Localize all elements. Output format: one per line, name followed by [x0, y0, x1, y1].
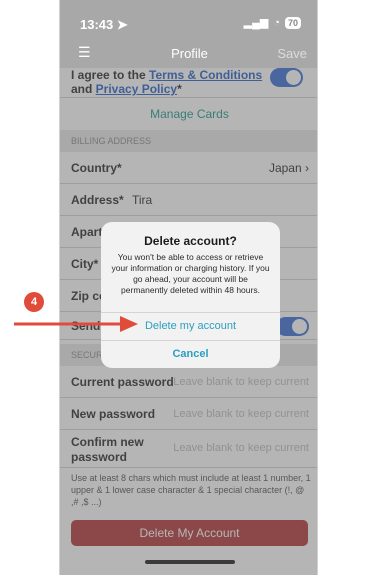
annotation-arrow-icon: [14, 316, 138, 332]
wifi-icon: ◔: [273, 16, 280, 29]
location-arrow-icon: ➤: [116, 17, 128, 32]
step-badge: 4: [24, 292, 44, 312]
phone-screen: I agree to the Terms & Conditions and Pr…: [59, 0, 318, 575]
dialog-message: You won't be able to access or retrieve …: [111, 252, 270, 295]
cancel-button[interactable]: Cancel: [101, 340, 280, 367]
battery-icon: 70: [284, 16, 301, 29]
dialog-title: Delete account?: [144, 234, 237, 248]
delete-account-dialog: Delete account? You won't be able to acc…: [101, 222, 280, 368]
save-button[interactable]: Save: [277, 46, 307, 61]
status-bar: 13:43 ➤ ▂▄▆ ◔ 70: [60, 0, 317, 38]
status-icons: ▂▄▆ ◔ 70: [244, 16, 301, 29]
status-time: 13:43 ➤: [80, 17, 128, 32]
top-nav-bar: ☰ Profile Save: [60, 38, 317, 68]
signal-icon: ▂▄▆: [243, 17, 269, 29]
